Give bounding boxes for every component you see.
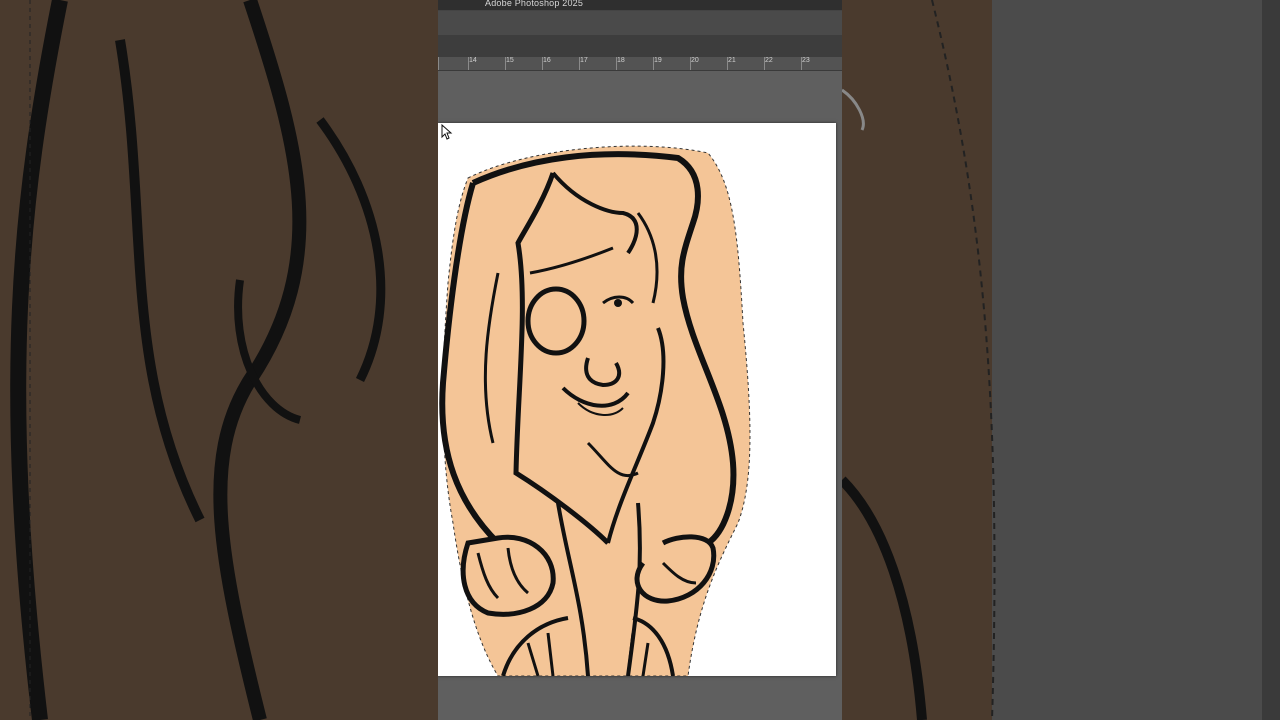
photoshop-window: Adobe Photoshop 2025 14 15 16 17 18 19 2… — [438, 0, 842, 720]
ruler-tick: 22 — [765, 57, 773, 64]
ruler-tickline — [764, 57, 765, 70]
ruler-tick: 17 — [580, 57, 588, 64]
hand-pointer-icon — [441, 123, 453, 140]
background-art-right — [842, 0, 1280, 720]
ruler-tickline — [690, 57, 691, 70]
ruler-tickline — [438, 57, 439, 70]
ruler-tickline — [542, 57, 543, 70]
ruler-tickline — [579, 57, 580, 70]
ruler-tickline — [505, 57, 506, 70]
ruler-tick: 18 — [617, 57, 625, 64]
ruler-tickline — [727, 57, 728, 70]
eyepatch — [525, 286, 587, 356]
horizontal-ruler[interactable]: 14 15 16 17 18 19 20 21 22 23 — [438, 57, 842, 71]
document-canvas[interactable] — [438, 123, 836, 676]
ruler-tick: 23 — [802, 57, 810, 64]
options-bar — [438, 11, 842, 35]
ruler-tick: 14 — [469, 57, 477, 64]
ruler-tickline — [468, 57, 469, 70]
ruler-tickline — [653, 57, 654, 70]
ruler-tick: 21 — [728, 57, 736, 64]
title-bar: Adobe Photoshop 2025 — [438, 0, 842, 11]
background-blur-left — [0, 0, 438, 720]
app-title: Adobe Photoshop 2025 — [485, 0, 584, 8]
ruler-tick: 20 — [691, 57, 699, 64]
document-tabs-bar — [438, 35, 842, 57]
caricature-artwork — [439, 145, 751, 676]
ruler-tick: 15 — [506, 57, 514, 64]
background-blur-right — [842, 0, 1280, 720]
ruler-tick: 19 — [654, 57, 662, 64]
ruler-tick: 16 — [543, 57, 551, 64]
ruler-tickline — [616, 57, 617, 70]
ruler-tickline — [801, 57, 802, 70]
background-art-left — [10, 0, 386, 720]
